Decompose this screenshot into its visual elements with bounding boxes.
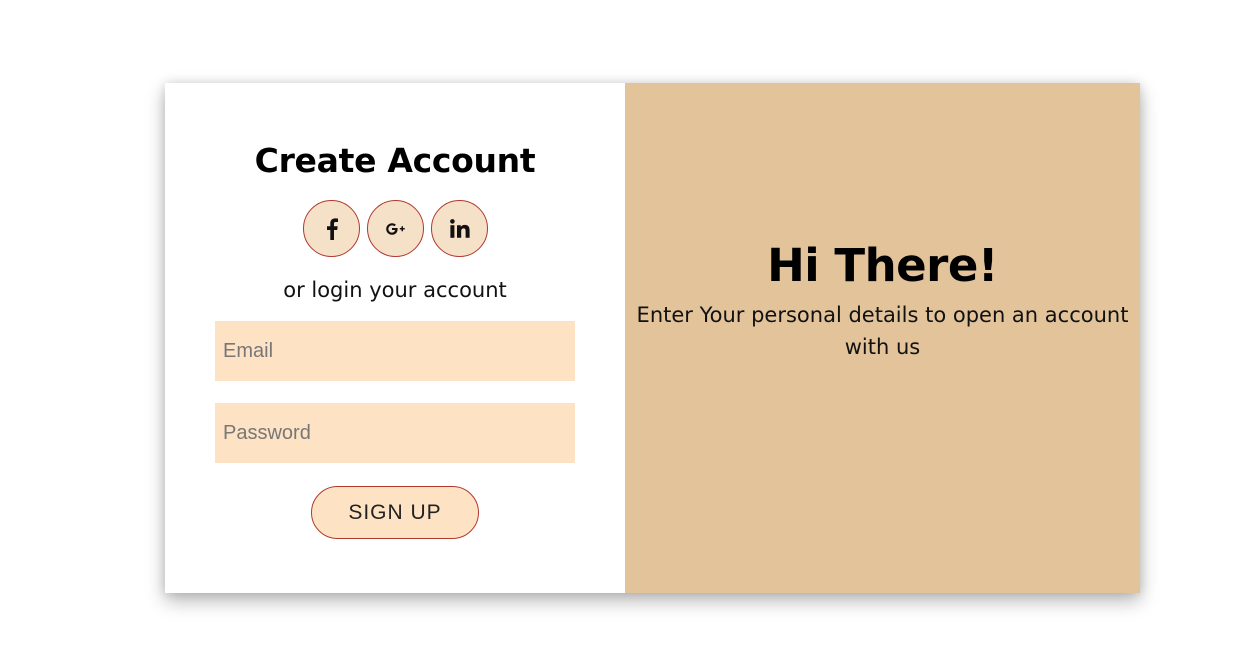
welcome-heading: Hi There! (767, 239, 998, 292)
google-plus-button[interactable] (367, 200, 424, 257)
social-login-group (303, 200, 488, 257)
linkedin-button[interactable] (431, 200, 488, 257)
login-alternative-text: or login your account (283, 278, 507, 302)
welcome-panel: Hi There! Enter Your personal details to… (625, 83, 1140, 593)
signup-card: Create Account or login your account Ema… (165, 83, 1140, 593)
sign-up-button[interactable]: SIGN UP (311, 486, 479, 539)
signup-panel: Create Account or login your account Ema… (165, 83, 625, 593)
welcome-message: Enter Your personal details to open an a… (636, 303, 1129, 359)
email-field[interactable] (215, 321, 575, 381)
google-plus-icon (385, 222, 406, 235)
password-field[interactable] (215, 403, 575, 463)
facebook-icon (325, 217, 339, 240)
linkedin-icon (449, 219, 470, 238)
page-title: Create Account (254, 141, 536, 180)
facebook-button[interactable] (303, 200, 360, 257)
